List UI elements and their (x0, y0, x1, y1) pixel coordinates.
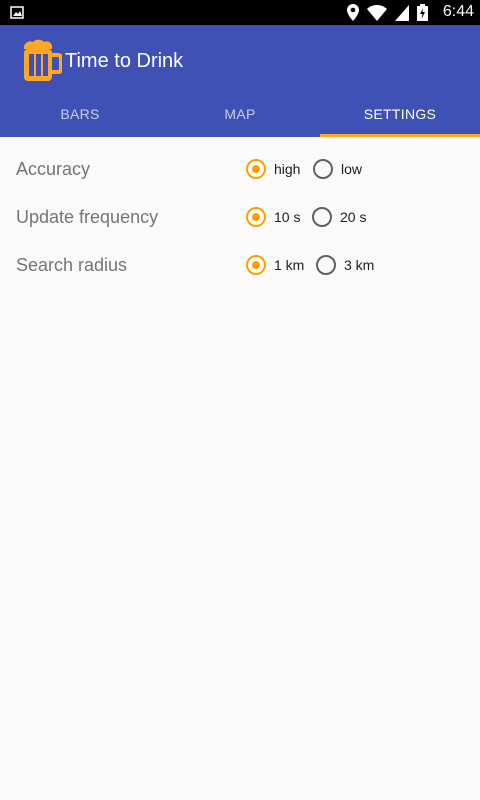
setting-label: Accuracy (16, 159, 91, 179)
accuracy-high-option[interactable]: high (246, 159, 300, 179)
radio-unchecked-icon[interactable] (313, 159, 333, 179)
option-label: 20 s (340, 209, 367, 225)
tab-map[interactable]: MAP (160, 97, 320, 137)
radio-checked-icon[interactable] (246, 207, 266, 227)
setting-update-frequency: Update frequency 10 s 20 s (0, 185, 480, 233)
frequency-10s-option[interactable]: 10 s (246, 207, 300, 227)
setting-label: Search radius (16, 255, 128, 275)
settings-list: Accuracy high low Update frequency 10 s … (0, 137, 480, 281)
battery-charging-icon (417, 4, 428, 26)
wifi-icon (367, 4, 387, 26)
accuracy-low-option[interactable]: low (313, 159, 362, 179)
cell-signal-icon (395, 4, 409, 26)
option-label: 1 km (274, 257, 305, 273)
radio-unchecked-icon[interactable] (312, 207, 332, 227)
setting-label: Update frequency (16, 207, 159, 227)
tab-settings[interactable]: SETTINGS (320, 97, 480, 137)
option-label: 3 km (344, 257, 375, 273)
radius-1km-option[interactable]: 1 km (246, 255, 304, 275)
image-notification-icon (10, 6, 24, 24)
frequency-20s-option[interactable]: 20 s (312, 207, 366, 227)
status-time: 6:44 (442, 3, 474, 20)
option-label: 10 s (274, 209, 301, 225)
radio-checked-icon[interactable] (246, 255, 266, 275)
app-bar: Time to Drink (0, 25, 480, 97)
radius-3km-option[interactable]: 3 km (316, 255, 374, 275)
option-label: high (274, 161, 301, 177)
location-icon (347, 4, 359, 26)
radio-checked-icon[interactable] (246, 159, 266, 179)
option-label: low (341, 161, 363, 177)
status-bar: 6:44 (0, 0, 480, 25)
radio-unchecked-icon[interactable] (316, 255, 336, 275)
setting-search-radius: Search radius 1 km 3 km (0, 233, 480, 281)
setting-accuracy: Accuracy high low (0, 137, 480, 185)
beer-mug-icon (20, 39, 63, 83)
tab-bar: BARS MAP SETTINGS (0, 97, 480, 137)
tab-bars[interactable]: BARS (0, 97, 160, 137)
app-title: Time to Drink (65, 50, 184, 72)
